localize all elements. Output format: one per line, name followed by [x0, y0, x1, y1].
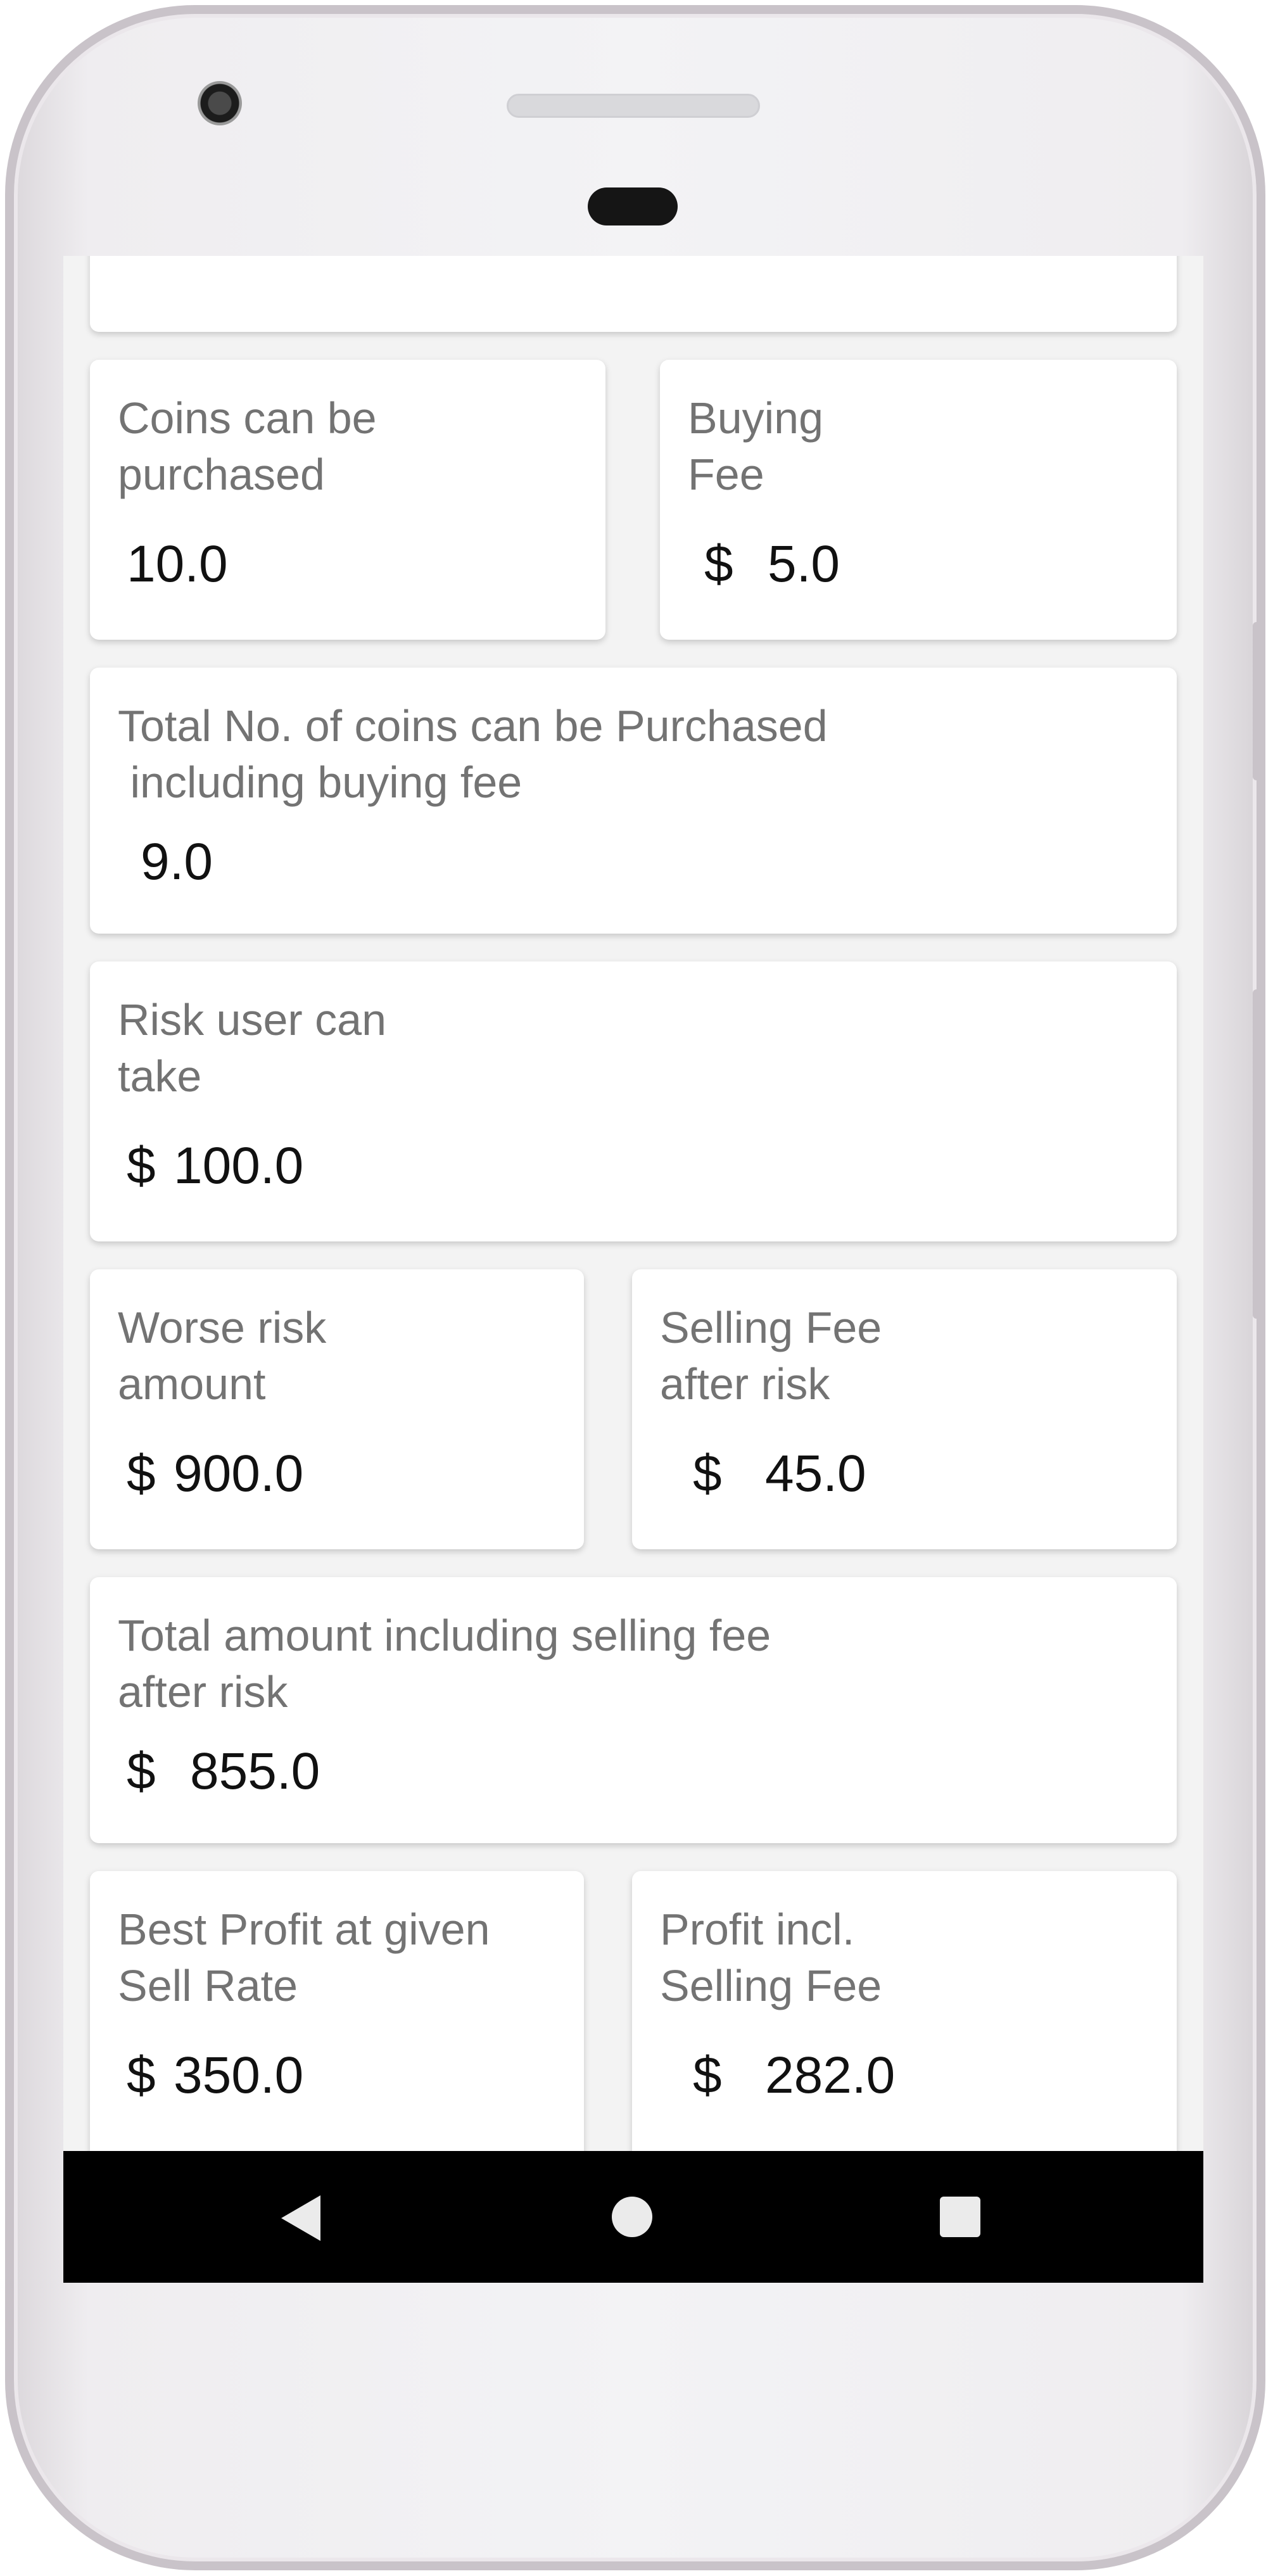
best-profit-card: Best Profit at given Sell Rate $ 350.0 — [90, 1871, 584, 2151]
coins-purchased-label: Coins can be purchased — [118, 393, 377, 499]
profit-fee-currency: $ — [693, 2046, 722, 2104]
scroll-content[interactable]: Coins can be purchased 10.0 Buying Fee $… — [63, 256, 1203, 2151]
total-selling-card: Total amount including selling fee after… — [90, 1577, 1177, 1843]
system-nav-bar — [63, 2151, 1203, 2283]
earpiece-speaker — [507, 94, 760, 118]
risk-card: Risk user can take $ 100.0 — [90, 961, 1177, 1241]
power-button — [1253, 989, 1260, 1319]
back-triangle-icon[interactable] — [281, 2195, 320, 2241]
best-profit-label: Best Profit at given Sell Rate — [118, 1905, 490, 2010]
total-selling-currency: $ — [127, 1742, 156, 1800]
profit-fee-card: Profit incl. Selling Fee $ 282.0 — [632, 1871, 1177, 2151]
risk-value: 100.0 — [174, 1137, 304, 1195]
total-coins-value: 9.0 — [141, 833, 213, 891]
risk-currency: $ — [127, 1137, 156, 1195]
total-selling-label: Total amount including selling fee after… — [118, 1611, 771, 1716]
coins-purchased-value: 10.0 — [127, 535, 228, 593]
total-coins-label: Total No. of coins can be Purchased incl… — [118, 701, 828, 807]
volume-button — [1253, 622, 1260, 780]
buying-fee-label: Buying Fee — [688, 393, 824, 499]
selling-fee-value: 45.0 — [765, 1445, 866, 1502]
worse-risk-card: Worse risk amount $ 900.0 — [90, 1269, 584, 1549]
selling-fee-card: Selling Fee after risk $ 45.0 — [632, 1269, 1177, 1549]
recents-square-icon[interactable] — [940, 2197, 980, 2237]
profit-fee-value: 282.0 — [765, 2046, 896, 2104]
total-coins-card: Total No. of coins can be Purchased incl… — [90, 668, 1177, 934]
best-profit-currency: $ — [127, 2046, 156, 2104]
front-camera — [198, 81, 242, 125]
selling-fee-currency: $ — [693, 1445, 722, 1502]
buying-fee-card: Buying Fee $ 5.0 — [660, 360, 1177, 640]
best-profit-value: 350.0 — [174, 2046, 304, 2104]
buying-fee-value: 5.0 — [768, 535, 840, 593]
selling-fee-label: Selling Fee after risk — [660, 1303, 882, 1409]
home-circle-icon[interactable] — [612, 2197, 652, 2237]
profit-fee-label: Profit incl. Selling Fee — [660, 1905, 882, 2010]
risk-label: Risk user can take — [118, 995, 387, 1101]
proximity-sensor — [588, 187, 678, 225]
buying-fee-currency: $ — [704, 535, 733, 593]
worse-risk-label: Worse risk amount — [118, 1303, 327, 1409]
total-selling-value: 855.0 — [190, 1742, 320, 1800]
previous-card — [90, 256, 1177, 332]
worse-risk-currency: $ — [127, 1445, 156, 1502]
app-screen: Coins can be purchased 10.0 Buying Fee $… — [63, 256, 1203, 2283]
worse-risk-value: 900.0 — [174, 1445, 304, 1502]
coins-purchased-card: Coins can be purchased 10.0 — [90, 360, 605, 640]
